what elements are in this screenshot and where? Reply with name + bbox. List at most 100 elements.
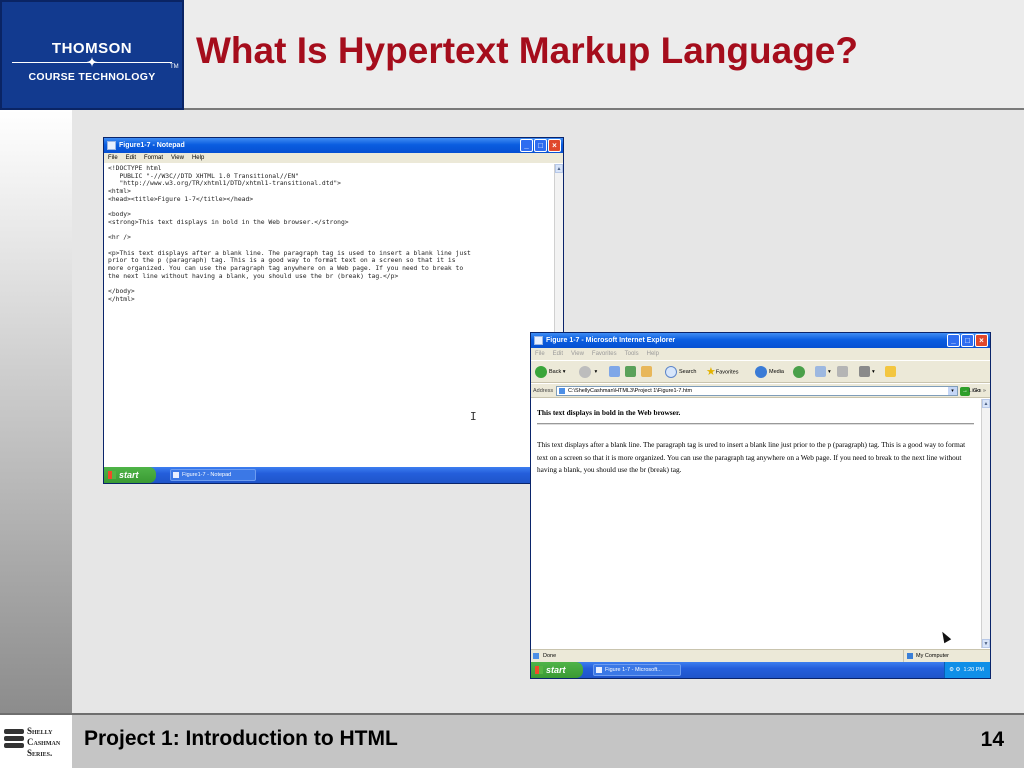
zone-label: My Computer xyxy=(916,653,950,659)
maximize-button[interactable]: □ xyxy=(534,139,547,152)
refresh-icon xyxy=(625,366,636,378)
series-name: Shelly Cashman Series. xyxy=(27,726,60,759)
ie-icon xyxy=(534,336,543,345)
ie-taskbar: start Figure 1-7 - Microsoft... ⚙ ⚙ 1:20… xyxy=(531,662,990,678)
mail-button[interactable]: ▾ xyxy=(815,365,831,379)
menu-edit[interactable]: Edit xyxy=(126,153,136,163)
search-button[interactable]: Search xyxy=(665,365,696,379)
media-button[interactable]: Media xyxy=(755,365,784,379)
scroll-up-arrow-icon[interactable]: ▲ xyxy=(982,399,990,408)
notepad-taskbar: start Figure1-7 - Notepad ⚙ xyxy=(104,467,563,483)
page-number: 14 xyxy=(980,728,1004,751)
windows-flag-icon xyxy=(535,666,543,674)
ie-page-content: This text displays in bold in the Web br… xyxy=(531,399,980,648)
status-text: Done xyxy=(543,653,557,659)
notepad-window[interactable]: Figure1-7 - Notepad _ □ × File Edit Form… xyxy=(103,137,564,484)
series-line-2: Cashman xyxy=(27,737,61,747)
stop-button[interactable] xyxy=(609,365,622,379)
links-label: Links xyxy=(968,388,982,394)
notepad-text-area[interactable]: <!DOCTYPE html PUBLIC "-//W3C//DTD XHTML… xyxy=(106,165,553,465)
horizontal-rule xyxy=(537,423,974,425)
series-line-3: Series. xyxy=(27,748,53,758)
notepad-line xyxy=(108,281,553,289)
scroll-up-arrow-icon[interactable]: ▲ xyxy=(555,164,563,173)
start-button[interactable]: start xyxy=(104,467,156,483)
notepad-line: </html> xyxy=(108,295,135,303)
ie-title: Figure 1-7 - Microsoft Internet Explorer xyxy=(546,337,676,344)
task-label: Figure1-7 - Notepad xyxy=(182,472,232,478)
close-button[interactable]: × xyxy=(975,334,988,347)
menu-view[interactable]: View xyxy=(571,348,584,360)
notepad-title: Figure1-7 - Notepad xyxy=(119,142,185,149)
left-gradient-bar xyxy=(0,110,72,713)
ie-toolbar: Back ▾ ▾ Search ★Favorites Media ▾ ▾ xyxy=(531,360,990,383)
address-input[interactable]: C:\ShellyCashman\HTML3\Project 1\Figure1… xyxy=(556,386,958,396)
ie-scrollbar[interactable]: ▲ ▼ xyxy=(981,399,990,648)
menu-help[interactable]: Help xyxy=(192,153,204,163)
menu-edit[interactable]: Edit xyxy=(553,348,563,360)
ie-window[interactable]: Figure 1-7 - Microsoft Internet Explorer… xyxy=(530,332,991,679)
ie-menubar: File Edit View Favorites Tools Help xyxy=(531,348,990,360)
slide-header: THOMSON ✦ COURSE TECHNOLOGY TM What Is H… xyxy=(0,0,1024,110)
task-label: Figure 1-7 - Microsoft... xyxy=(605,667,662,673)
start-button[interactable]: start xyxy=(531,662,583,678)
history-icon xyxy=(793,365,805,378)
menu-help[interactable]: Help xyxy=(647,348,659,360)
home-icon xyxy=(641,366,652,378)
search-icon xyxy=(665,365,677,378)
notepad-task-icon xyxy=(173,472,179,478)
menu-file[interactable]: File xyxy=(108,153,118,163)
mail-icon xyxy=(815,366,826,378)
menu-format[interactable]: Format xyxy=(144,153,163,163)
notepad-titlebar[interactable]: Figure1-7 - Notepad _ □ × xyxy=(104,138,563,153)
back-button[interactable]: Back ▾ xyxy=(535,365,566,379)
notepad-line xyxy=(108,204,553,212)
slide-title: What Is Hypertext Markup Language? xyxy=(196,30,858,71)
notepad-line: <!DOCTYPE html xyxy=(108,165,162,172)
menu-view[interactable]: View xyxy=(171,153,184,163)
menu-file[interactable]: File xyxy=(535,348,545,360)
notepad-line: <p>This text displays after a blank line… xyxy=(108,249,471,257)
taskbar-item-ie[interactable]: Figure 1-7 - Microsoft... xyxy=(593,664,681,676)
address-value: C:\ShellyCashman\HTML3\Project 1\Figure1… xyxy=(568,388,693,394)
ie-statusbar: Done My Computer xyxy=(531,649,990,662)
notepad-icon xyxy=(107,141,116,150)
menu-favorites[interactable]: Favorites xyxy=(592,348,617,360)
books-icon xyxy=(4,729,24,755)
ie-titlebar[interactable]: Figure 1-7 - Microsoft Internet Explorer… xyxy=(531,333,990,348)
notepad-line: <hr /> xyxy=(108,234,131,242)
folder-icon xyxy=(885,366,896,378)
print-button[interactable] xyxy=(837,365,850,379)
start-label: start xyxy=(546,665,566,675)
favorites-button[interactable]: ★Favorites xyxy=(706,365,739,379)
refresh-button[interactable] xyxy=(625,365,638,379)
logo-tm: TM xyxy=(170,64,179,70)
notepad-line: the next line without having a blank, yo… xyxy=(108,272,399,280)
media-icon xyxy=(755,365,767,378)
scroll-down-arrow-icon[interactable]: ▼ xyxy=(982,639,990,648)
footer-title: Project 1: Introduction to HTML xyxy=(84,727,398,750)
edit-button[interactable]: ▾ xyxy=(859,365,875,379)
minimize-button[interactable]: _ xyxy=(520,139,533,152)
forward-button[interactable]: ▾ xyxy=(579,365,597,379)
address-dropdown-icon[interactable]: ▾ xyxy=(948,387,957,395)
folder-button[interactable] xyxy=(885,365,898,379)
menu-tools[interactable]: Tools xyxy=(625,348,639,360)
paragraph-text: This text displays after a blank line. T… xyxy=(537,440,966,474)
notepad-line: prior to the p (paragraph) tag. This is … xyxy=(108,257,456,265)
clock: 1:20 PM xyxy=(963,667,984,673)
close-button[interactable]: × xyxy=(548,139,561,152)
minimize-button[interactable]: _ xyxy=(947,334,960,347)
thomson-logo: THOMSON ✦ COURSE TECHNOLOGY TM xyxy=(0,0,184,110)
history-button[interactable] xyxy=(793,365,807,379)
favorites-star-icon: ★ xyxy=(706,366,716,378)
forward-arrow-icon xyxy=(579,365,591,378)
restore-button[interactable]: □ xyxy=(961,334,974,347)
taskbar-item-notepad[interactable]: Figure1-7 - Notepad xyxy=(170,469,256,481)
logo-star-icon: ✦ xyxy=(86,54,98,70)
back-label: Back xyxy=(549,369,562,375)
ibeam-cursor-icon: I xyxy=(470,410,477,423)
links-button[interactable]: Links » xyxy=(969,386,986,396)
home-button[interactable] xyxy=(641,365,654,379)
notepad-line: PUBLIC "-//W3C//DTD XHTML 1.0 Transition… xyxy=(108,172,299,180)
